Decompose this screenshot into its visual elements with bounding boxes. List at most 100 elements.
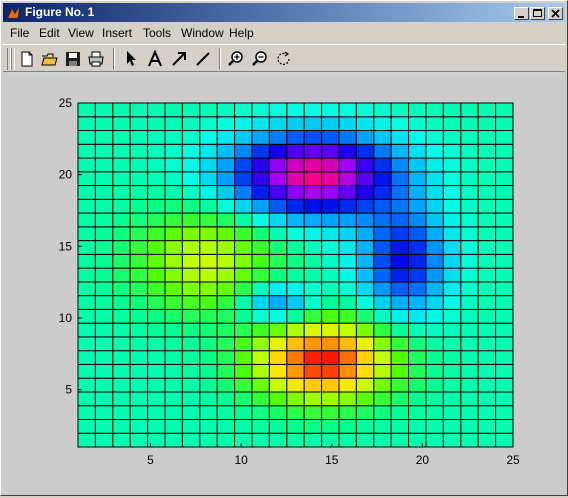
heatmap-cell bbox=[355, 308, 375, 324]
heatmap-cell bbox=[390, 350, 410, 365]
heatmap-cell bbox=[390, 171, 410, 187]
title-bar[interactable]: Figure No. 1 bbox=[3, 3, 565, 22]
heatmap-cell bbox=[390, 143, 410, 159]
rotate-3d-button[interactable] bbox=[274, 49, 294, 69]
heatmap-cell bbox=[477, 281, 497, 297]
heatmap-cell bbox=[216, 102, 236, 118]
heatmap-cell bbox=[251, 418, 270, 434]
heatmap-cell bbox=[147, 308, 166, 324]
minimize-button[interactable] bbox=[514, 7, 529, 20]
menu-insert[interactable]: Insert bbox=[102, 26, 132, 40]
heatmap-cell bbox=[425, 116, 444, 132]
heatmap-cell bbox=[355, 102, 375, 118]
heatmap-cell bbox=[460, 377, 479, 393]
menu-file[interactable]: File bbox=[10, 26, 29, 40]
heatmap-cell bbox=[425, 253, 444, 269]
heatmap-cell bbox=[147, 185, 166, 200]
heatmap-cell bbox=[77, 226, 96, 242]
heatmap-cell bbox=[216, 198, 236, 214]
heatmap-cell bbox=[234, 157, 253, 173]
y-tick-label: 10 bbox=[59, 311, 73, 325]
heatmap-cell bbox=[373, 350, 392, 365]
heatmap-cell bbox=[338, 171, 357, 187]
heatmap-cell bbox=[77, 350, 96, 365]
heatmap-cell bbox=[164, 405, 183, 420]
heatmap-cell bbox=[286, 391, 305, 407]
insert-line-button[interactable] bbox=[193, 49, 213, 69]
heatmap-cell bbox=[408, 322, 427, 338]
heatmap-cell bbox=[268, 102, 288, 118]
heatmap-cell bbox=[268, 295, 288, 310]
heatmap-cell bbox=[408, 185, 427, 200]
heatmap-cell bbox=[112, 171, 131, 187]
toolbar-grip-2[interactable] bbox=[11, 48, 15, 70]
heatmap-cell bbox=[268, 432, 288, 448]
menu-view[interactable]: View bbox=[68, 26, 94, 40]
heatmap-cell bbox=[112, 322, 131, 338]
zoom-out-button[interactable] bbox=[250, 49, 270, 69]
heatmap-cell bbox=[408, 267, 427, 283]
heatmap-cell bbox=[181, 143, 201, 159]
heatmap-cell bbox=[216, 171, 236, 187]
heatmap-cell bbox=[286, 418, 305, 434]
zoom-in-button[interactable] bbox=[226, 49, 246, 69]
heatmap-cell bbox=[268, 240, 288, 255]
heatmap-cell bbox=[164, 116, 183, 132]
heatmap-cell bbox=[477, 308, 497, 324]
menu-help[interactable]: Help bbox=[229, 26, 254, 40]
heatmap-cell bbox=[338, 350, 357, 365]
heatmap-cell bbox=[129, 253, 149, 269]
maximize-button[interactable] bbox=[530, 7, 545, 20]
print-button[interactable] bbox=[86, 49, 106, 69]
heatmap-cell bbox=[442, 322, 462, 338]
heatmap-cell bbox=[321, 308, 340, 324]
heatmap-cell bbox=[460, 185, 479, 200]
heatmap-cell bbox=[373, 212, 392, 228]
heatmap-cell bbox=[181, 212, 201, 228]
insert-arrow-button[interactable] bbox=[169, 49, 189, 69]
heatmap-cell bbox=[477, 391, 497, 407]
heatmap-cell bbox=[268, 267, 288, 283]
heatmap-cell bbox=[129, 185, 149, 200]
heatmap-cell bbox=[216, 295, 236, 310]
heatmap-cell bbox=[495, 308, 514, 324]
heatmap-cell bbox=[147, 212, 166, 228]
edit-plot-button[interactable] bbox=[121, 49, 141, 69]
heatmap-cell bbox=[268, 212, 288, 228]
heatmap-cell bbox=[129, 281, 149, 297]
heatmap-cell bbox=[408, 226, 427, 242]
heatmap-cell bbox=[390, 363, 410, 379]
line-icon bbox=[196, 52, 210, 66]
save-button[interactable] bbox=[63, 49, 83, 69]
heatmap-cell bbox=[164, 350, 183, 365]
close-button[interactable] bbox=[548, 7, 563, 20]
heatmap-cell bbox=[495, 240, 514, 255]
heatmap-cell bbox=[199, 143, 218, 159]
heatmap-cell bbox=[303, 198, 323, 214]
heatmap-cell bbox=[234, 322, 253, 338]
heatmap-cell bbox=[199, 102, 218, 118]
arrow-icon bbox=[172, 52, 186, 66]
heatmap-cell bbox=[216, 432, 236, 448]
menu-tools[interactable]: Tools bbox=[143, 26, 171, 40]
heatmap-cell bbox=[94, 336, 114, 352]
heatmap-cell bbox=[112, 363, 131, 379]
new-figure-button[interactable] bbox=[17, 49, 37, 69]
heatmap-cell bbox=[164, 308, 183, 324]
insert-text-button[interactable] bbox=[145, 49, 165, 69]
menu-edit[interactable]: Edit bbox=[39, 26, 60, 40]
heatmap-cell bbox=[390, 295, 410, 310]
heatmap-cell bbox=[286, 185, 305, 200]
heatmap-cell bbox=[199, 377, 218, 393]
heatmap-cell bbox=[303, 405, 323, 420]
menu-window[interactable]: Window bbox=[181, 26, 224, 40]
heatmap-cell bbox=[94, 157, 114, 173]
heatmap-cell bbox=[77, 143, 96, 159]
heatmap-cell bbox=[147, 198, 166, 214]
heatmap-cell bbox=[425, 391, 444, 407]
heatmap-cell bbox=[477, 198, 497, 214]
heatmap-cell bbox=[234, 281, 253, 297]
open-file-button[interactable] bbox=[40, 49, 60, 69]
heatmap-plot[interactable]: 5 10 15 20 25 5 10 15 20 25 bbox=[1, 73, 567, 495]
heatmap-cell bbox=[181, 295, 201, 310]
